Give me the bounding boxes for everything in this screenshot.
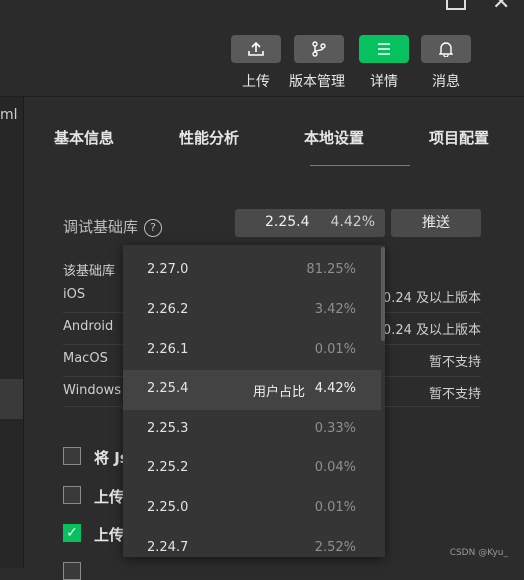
close-icon[interactable]: ✕ bbox=[492, 0, 510, 15]
version-dropdown: 2.27.0 81.25% 2.26.2 3.42% 2.26.1 0.01% … bbox=[123, 245, 385, 557]
active-tab-indicator bbox=[310, 165, 410, 166]
help-icon[interactable]: ? bbox=[144, 219, 163, 237]
selected-percent: 4.42% bbox=[330, 214, 375, 230]
dropdown-item[interactable]: 2.25.3 0.33% bbox=[123, 410, 381, 450]
dropdown-item[interactable]: 2.26.2 3.42% bbox=[123, 291, 381, 331]
left-pane-selected-item[interactable] bbox=[0, 379, 23, 419]
dropdown-item-version: 2.25.4 bbox=[147, 381, 189, 396]
option-label-3: 上传 bbox=[94, 526, 125, 544]
menu-icon bbox=[378, 43, 390, 55]
dropdown-item[interactable]: 2.26.1 0.01% bbox=[123, 331, 381, 371]
dropdown-item-version: 2.24.7 bbox=[147, 540, 189, 555]
tab-local-settings[interactable]: 本地设置 bbox=[304, 127, 364, 148]
compat-os-macos: MacOS bbox=[63, 351, 108, 366]
details-tool[interactable]: 详情 bbox=[358, 35, 410, 91]
bell-icon bbox=[439, 42, 453, 57]
dropdown-item[interactable]: 2.24.7 2.52% bbox=[123, 529, 381, 557]
option-checkbox-2[interactable] bbox=[63, 486, 81, 504]
dropdown-item-percent: 0.01% bbox=[314, 342, 356, 357]
dropdown-item[interactable]: 2.25.0 0.01% bbox=[123, 489, 381, 529]
compat-os-ios: iOS bbox=[63, 287, 86, 302]
option-checkbox-1[interactable] bbox=[63, 447, 81, 465]
compat-os-windows: Windows bbox=[63, 383, 122, 398]
dropdown-item-version: 2.26.2 bbox=[147, 302, 189, 317]
version-management-label: 版本管理 bbox=[289, 74, 345, 90]
version-tool[interactable]: 版本管理 bbox=[289, 35, 345, 91]
upload-label: 上传 bbox=[242, 74, 270, 90]
option-checkbox-3[interactable]: ✓ bbox=[63, 524, 81, 542]
compat-os-android: Android bbox=[63, 319, 114, 334]
dropdown-item-highlighted[interactable]: 2.25.4 用户占比 4.42% bbox=[123, 370, 381, 410]
compat-header: 该基础库 bbox=[63, 264, 116, 279]
maximize-icon[interactable] bbox=[446, 0, 466, 10]
option-checkbox-4[interactable] bbox=[63, 562, 81, 580]
watermark: CSDN @Kyu_ bbox=[449, 548, 508, 558]
tab-basic-info[interactable]: 基本信息 bbox=[54, 127, 114, 148]
selected-version: 2.25.4 bbox=[265, 214, 310, 230]
compat-support-ios: 0.24 及以上版本 bbox=[382, 291, 481, 306]
details-label: 详情 bbox=[370, 74, 398, 90]
messages-tool[interactable]: 消息 bbox=[420, 35, 472, 91]
version-management-button[interactable] bbox=[294, 35, 344, 63]
upload-tool[interactable]: 上传 bbox=[230, 35, 282, 91]
dropdown-item-version: 2.26.1 bbox=[147, 342, 189, 357]
upload-button[interactable] bbox=[231, 35, 281, 63]
debug-lib-row: 调试基础库? bbox=[63, 216, 163, 237]
dropdown-item-version: 2.25.3 bbox=[147, 421, 189, 436]
dropdown-item-version: 2.25.2 bbox=[147, 460, 189, 475]
dropdown-item-percent: 2.52% bbox=[314, 540, 356, 555]
dropdown-item-version: 2.25.0 bbox=[147, 500, 189, 515]
push-button[interactable]: 推送 bbox=[391, 209, 481, 237]
top-toolbar: ✕ 上传 版本管理 详情 消息 bbox=[0, 0, 524, 97]
tab-bar: 基本信息 性能分析 本地设置 项目配置 bbox=[24, 97, 524, 167]
compat-support-windows: 暂不支持 bbox=[428, 387, 481, 402]
option-label-2: 上传 bbox=[94, 488, 125, 506]
usage-label: 用户占比 bbox=[253, 385, 306, 400]
tab-project-config[interactable]: 项目配置 bbox=[429, 127, 489, 148]
tab-performance[interactable]: 性能分析 bbox=[179, 127, 239, 148]
dropdown-item-percent: 4.42% bbox=[314, 381, 356, 396]
dropdown-item-version: 2.27.0 bbox=[147, 262, 189, 277]
dropdown-item-percent: 0.04% bbox=[314, 460, 356, 475]
messages-button[interactable] bbox=[421, 35, 471, 63]
compat-support-android: 0.24 及以上版本 bbox=[382, 323, 481, 338]
dropdown-item[interactable]: 2.27.0 81.25% bbox=[123, 251, 381, 291]
messages-label: 消息 bbox=[432, 74, 460, 90]
compat-support-macos: 暂不支持 bbox=[428, 355, 481, 370]
dropdown-item-percent: 3.42% bbox=[314, 302, 356, 317]
branch-icon bbox=[312, 41, 326, 57]
dropdown-item[interactable]: 2.25.2 0.04% bbox=[123, 449, 381, 489]
dropdown-item-percent: 0.01% bbox=[314, 500, 356, 515]
debug-lib-label: 调试基础库 bbox=[63, 218, 139, 236]
version-select[interactable]: 2.25.4 4.42% bbox=[235, 209, 385, 237]
dropdown-scrollbar[interactable] bbox=[381, 247, 385, 341]
dropdown-item-percent: 0.33% bbox=[314, 421, 356, 436]
left-pane-text: ml bbox=[0, 107, 18, 123]
details-button[interactable] bbox=[359, 35, 409, 63]
upload-icon bbox=[248, 41, 264, 56]
left-pane: ml bbox=[0, 97, 24, 568]
dropdown-item-percent: 81.25% bbox=[306, 262, 356, 277]
